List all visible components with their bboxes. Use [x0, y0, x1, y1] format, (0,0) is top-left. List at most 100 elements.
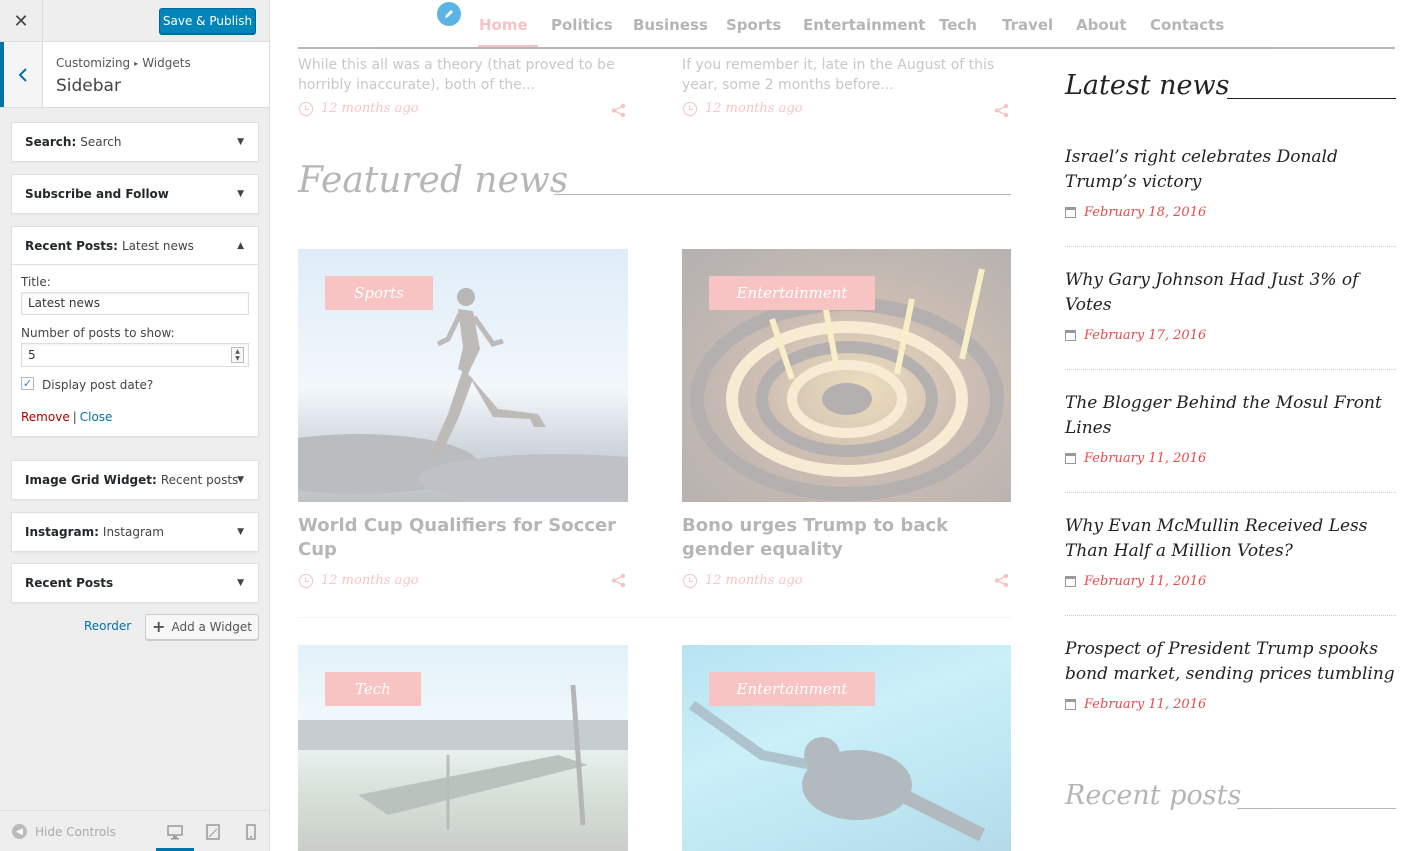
- post-time: 12 months ago: [299, 573, 419, 588]
- featured-news-heading: Featured news: [298, 160, 569, 201]
- breadcrumb-separator: ▸: [134, 59, 139, 68]
- latest-news-item: The Blogger Behind the Mosul Front Lines…: [1065, 391, 1396, 466]
- widget-image-grid: Image Grid Widget: Recent posts ▼: [11, 460, 259, 500]
- widget-title: Instagram: [102, 525, 164, 539]
- share-icon[interactable]: [611, 573, 626, 588]
- tablet-icon[interactable]: [205, 824, 221, 840]
- post-title[interactable]: World Cup Qualifiers for Soccer Cup: [298, 514, 628, 562]
- latest-news-title[interactable]: Why Gary Johnson Had Just 3% of Votes: [1065, 268, 1396, 318]
- mobile-icon[interactable]: [243, 824, 259, 840]
- hide-controls-button[interactable]: ◀ Hide Controls: [12, 824, 116, 839]
- nav-item-entertainment[interactable]: Entertainment: [803, 16, 925, 34]
- arrow-left-icon: ◀: [12, 824, 27, 839]
- close-customizer-button[interactable]: ✕: [0, 0, 43, 42]
- latest-news-title[interactable]: The Blogger Behind the Mosul Front Lines: [1065, 391, 1396, 441]
- close-icon: ✕: [13, 10, 29, 32]
- widget-title: Latest news: [121, 238, 194, 253]
- caret-up-icon[interactable]: ▲: [237, 241, 244, 251]
- latest-news-heading: Latest news: [1065, 70, 1230, 101]
- site-preview: Home Politics Business Sports Entertainm…: [271, 0, 1419, 851]
- post-time: 12 months ago: [683, 101, 803, 116]
- remove-link[interactable]: Remove: [21, 410, 70, 424]
- caret-down-icon[interactable]: ▼: [237, 475, 244, 485]
- widget-header[interactable]: Subscribe and Follow ▼: [12, 175, 258, 213]
- pencil-icon: [445, 10, 453, 18]
- share-icon[interactable]: [994, 103, 1009, 118]
- row-divider: [298, 617, 1011, 618]
- post-count-value: 5: [28, 348, 36, 362]
- latest-news-item: Why Evan McMullin Received Less Than Hal…: [1065, 514, 1396, 589]
- latest-news-date: February 11, 2016: [1065, 697, 1396, 712]
- chevron-left-icon: [18, 67, 27, 82]
- widget-header[interactable]: Instagram: Instagram ▼: [12, 513, 258, 551]
- breadcrumb: Customizing ▸ Widgets: [56, 56, 191, 70]
- latest-news-title[interactable]: Why Evan McMullin Received Less Than Hal…: [1065, 514, 1396, 564]
- customizer-panel: ✕ Save & Publish Customizing ▸ Widgets Sid…: [0, 0, 270, 851]
- clock-icon: [299, 101, 313, 116]
- post-time: 12 months ago: [683, 573, 803, 588]
- category-tag[interactable]: Entertainment: [709, 276, 875, 310]
- nav-item-home[interactable]: Home: [479, 16, 528, 34]
- heading-rule: [1227, 98, 1396, 99]
- title-input[interactable]: Latest news: [21, 292, 249, 315]
- customizer-footer: ◀ Hide Controls: [0, 810, 269, 851]
- caret-down-icon[interactable]: ▼: [237, 189, 244, 199]
- item-divider: [1065, 492, 1396, 493]
- nav-divider: [298, 47, 1395, 49]
- nav-item-tech[interactable]: Tech: [939, 16, 977, 34]
- widget-header[interactable]: Image Grid Widget: Recent posts ▼: [12, 461, 258, 499]
- widget-instagram: Instagram: Instagram ▼: [11, 512, 259, 552]
- widget-form: Title: Latest news Number of posts to sh…: [12, 265, 258, 436]
- save-publish-button[interactable]: Save & Publish: [159, 8, 256, 34]
- item-divider: [1065, 369, 1396, 370]
- post-time: 12 months ago: [299, 101, 419, 116]
- back-button[interactable]: [0, 42, 43, 107]
- customizer-header: ✕ Save & Publish: [0, 0, 269, 42]
- category-tag[interactable]: Tech: [325, 672, 421, 706]
- nav-item-sports[interactable]: Sports: [726, 16, 781, 34]
- edit-shortcut-pencil-icon[interactable]: [437, 2, 461, 26]
- widget-header[interactable]: Search: Search ▼: [12, 123, 258, 161]
- display-date-checkbox[interactable]: ✓: [21, 376, 34, 390]
- clock-icon: [683, 573, 697, 588]
- nav-item-contacts[interactable]: Contacts: [1150, 16, 1224, 34]
- post-count-input[interactable]: 5 ▲ ▼: [21, 343, 249, 367]
- share-icon[interactable]: [994, 573, 1009, 588]
- item-divider: [1065, 246, 1396, 247]
- number-stepper[interactable]: ▲ ▼: [231, 347, 244, 363]
- widget-title: Search: [80, 135, 122, 149]
- latest-news-title[interactable]: Israel’s right celebrates Donald Trump’s…: [1065, 145, 1396, 195]
- widget-header[interactable]: Recent Posts: Latest news ▲: [12, 227, 258, 265]
- nav-item-business[interactable]: Business: [633, 16, 708, 34]
- nav-item-travel[interactable]: Travel: [1002, 16, 1053, 34]
- post-title[interactable]: Bono urges Trump to back gender equality: [682, 514, 1012, 562]
- latest-news-date: February 17, 2016: [1065, 328, 1396, 343]
- title-label: Title:: [21, 275, 51, 289]
- reorder-link[interactable]: Reorder: [84, 619, 131, 633]
- widget-subscribe-follow: Subscribe and Follow ▼: [11, 174, 259, 214]
- caret-down-icon[interactable]: ▼: [237, 527, 244, 537]
- widget-recent-posts: Recent Posts ▼: [11, 563, 259, 603]
- latest-news-title[interactable]: Prospect of President Trump spooks bond …: [1065, 637, 1396, 687]
- section-header: Customizing ▸ Widgets Sidebar: [0, 42, 269, 108]
- caret-down-icon[interactable]: ▼: [237, 137, 244, 147]
- widget-type: Recent Posts: [25, 576, 114, 590]
- nav-item-about[interactable]: About: [1076, 16, 1127, 34]
- hide-controls-label: Hide Controls: [35, 824, 116, 839]
- clock-icon: [683, 101, 697, 116]
- add-widget-label: Add a Widget: [171, 620, 252, 634]
- category-tag[interactable]: Sports: [325, 276, 433, 310]
- close-link[interactable]: Close: [80, 410, 113, 424]
- caret-down-icon[interactable]: ▼: [237, 578, 244, 588]
- calendar-icon: [1065, 576, 1076, 587]
- add-widget-button[interactable]: + Add a Widget: [145, 614, 259, 640]
- desktop-icon[interactable]: [167, 824, 183, 840]
- widget-header[interactable]: Recent Posts ▼: [12, 564, 258, 602]
- nav-item-politics[interactable]: Politics: [551, 16, 613, 34]
- post-count-label: Number of posts to show:: [21, 326, 175, 340]
- calendar-icon: [1065, 453, 1076, 464]
- widget-type: Subscribe and Follow: [25, 187, 169, 201]
- share-icon[interactable]: [611, 103, 626, 118]
- widget-search: Search: Search ▼: [11, 122, 259, 162]
- category-tag[interactable]: Entertainment: [709, 672, 875, 706]
